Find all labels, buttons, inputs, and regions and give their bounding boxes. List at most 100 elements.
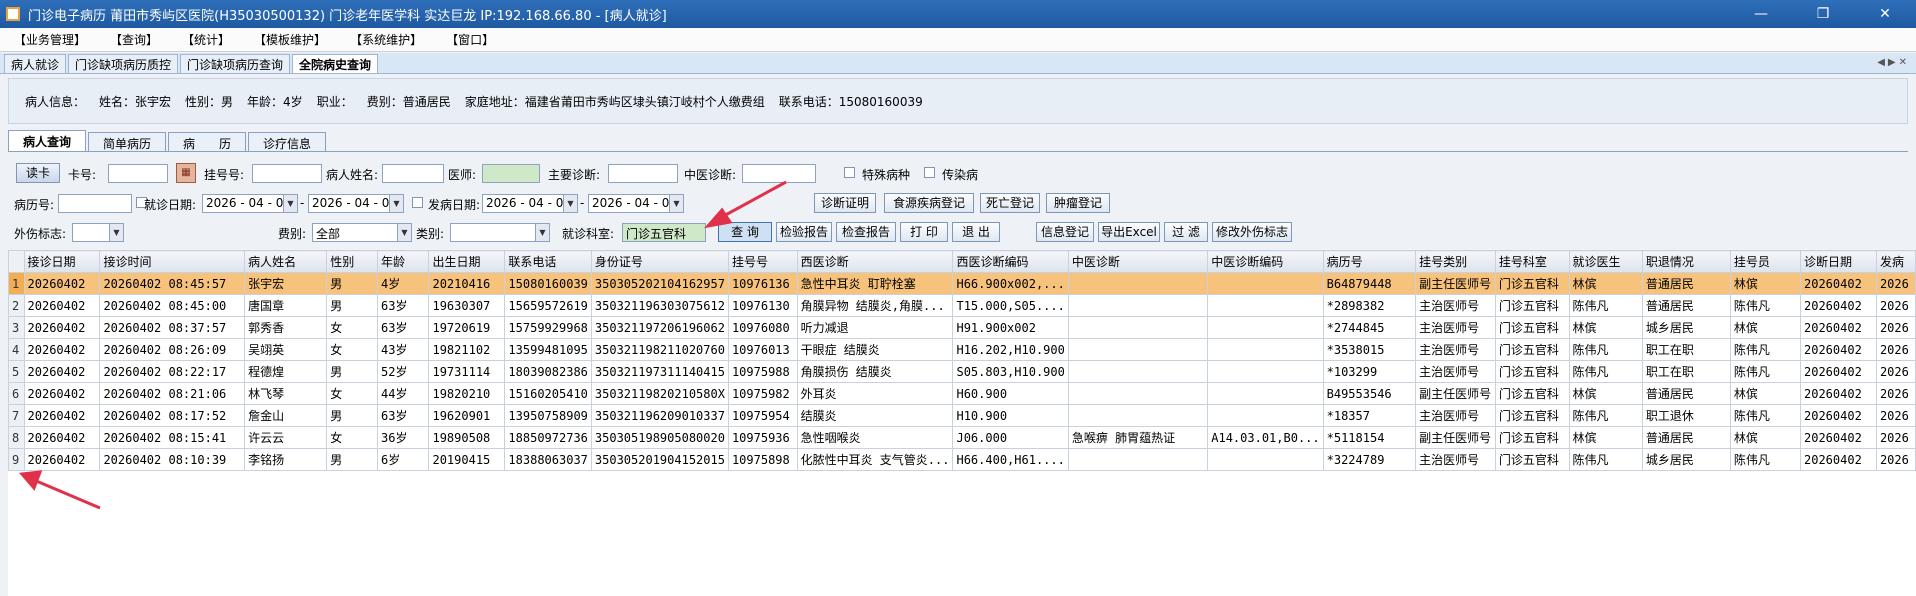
table-row[interactable]: 2 20260402 20260402 08:45:00 唐国章男 63岁 1963030…: [8, 294, 1916, 317]
card-no-label: 卡号:: [68, 168, 97, 182]
reg-no-input[interactable]: [252, 164, 322, 183]
column-header[interactable]: 出生日期: [428, 250, 506, 273]
menu-query[interactable]: 【查询】: [110, 31, 158, 48]
patient-fee: 费别：普通居民: [366, 94, 451, 109]
tab-missing-query[interactable]: 门诊缺项病历查询: [180, 54, 291, 73]
table-row[interactable]: 4 20260402 20260402 08:26:09 吴翊英女 43岁 1982110…: [8, 338, 1916, 361]
table-row[interactable]: 6 20260402 20260402 08:21:06 林飞琴女 44岁 1982021…: [8, 382, 1916, 405]
table-cell: 陈伟凡: [1568, 360, 1643, 383]
table-cell: 林傧: [1568, 316, 1643, 339]
menu-statistics[interactable]: 【统计】: [182, 31, 230, 48]
tab-hospital-history[interactable]: 全院病史查询: [292, 54, 379, 73]
card-no-input[interactable]: [108, 164, 168, 183]
onset-date-from[interactable]: 2026 - 04 - 02 ▼: [482, 194, 578, 213]
column-header[interactable]: 职退情况: [1641, 250, 1731, 273]
patient-name-input[interactable]: [382, 164, 444, 183]
death-register-button[interactable]: 死亡登记: [980, 193, 1040, 213]
column-header[interactable]: 挂号号: [727, 250, 798, 273]
onset-date-to[interactable]: 2026 - 04 - 02 ▼: [588, 194, 684, 213]
query-button[interactable]: 查 询: [718, 222, 772, 242]
modify-injury-flag-button[interactable]: 修改外伤标志: [1212, 222, 1292, 242]
export-excel-button[interactable]: 导出Excel: [1098, 222, 1160, 242]
column-header[interactable]: 诊断日期: [1800, 250, 1877, 273]
menu-system[interactable]: 【系统维护】: [350, 31, 422, 48]
record-no-label: 病历号:: [14, 198, 55, 212]
column-header[interactable]: 中医诊断: [1067, 250, 1209, 273]
visit-date-to[interactable]: 2026 - 04 - 02 ▼: [308, 194, 404, 213]
table-row[interactable]: 8 20260402 20260402 08:15:41 许云云女 36岁 1989050…: [8, 426, 1916, 449]
tab-missing-qc[interactable]: 门诊缺项病历质控: [68, 54, 179, 73]
table-cell: 李铭扬: [244, 448, 328, 471]
category-select[interactable]: ▼: [450, 223, 550, 242]
table-cell: 林傧: [1729, 272, 1802, 295]
table-cell: 女: [326, 382, 379, 405]
column-header[interactable]: 挂号类别: [1415, 250, 1496, 273]
card-reader-icon[interactable]: ▦: [176, 163, 196, 183]
menu-window[interactable]: 【窗口】: [446, 31, 494, 48]
column-header[interactable]: 联系电话: [504, 250, 592, 273]
read-card-button[interactable]: 读卡: [16, 163, 60, 183]
column-header[interactable]: 就诊医生: [1568, 250, 1643, 273]
table-cell: 门诊五官科: [1494, 360, 1570, 383]
special-disease-checkbox[interactable]: [844, 167, 855, 178]
infectious-checkbox[interactable]: [924, 167, 935, 178]
visit-date-from-value: 2026 - 04 - 02: [206, 196, 291, 210]
filter-button[interactable]: 过 滤: [1164, 222, 1208, 242]
injury-flag-select[interactable]: ▼: [72, 223, 124, 242]
table-cell: 主治医师号: [1415, 360, 1496, 383]
table-row[interactable]: 5 20260402 20260402 08:22:17 程德煌男 52岁 1973111…: [8, 360, 1916, 383]
onset-date-checkbox[interactable]: [412, 197, 423, 208]
column-header[interactable]: 病历号: [1322, 250, 1417, 273]
table-cell: 男: [326, 404, 379, 427]
close-button[interactable]: ✕: [1854, 0, 1916, 28]
minimize-button[interactable]: —: [1730, 0, 1792, 28]
column-header[interactable]: 西医诊断: [796, 250, 954, 273]
record-no-input[interactable]: [58, 194, 132, 213]
menu-business[interactable]: 【业务管理】: [14, 31, 86, 48]
table-row[interactable]: 3 20260402 20260402 08:37:57 郭秀香女 63岁 1972061…: [8, 316, 1916, 339]
foodborne-register-button[interactable]: 食源疾病登记: [884, 193, 974, 213]
column-header[interactable]: 性别: [326, 250, 379, 273]
tab-simple-record[interactable]: 简单病历: [88, 132, 167, 152]
table-row[interactable]: 9 20260402 20260402 08:10:39 李铭扬男 6岁 20190415…: [8, 448, 1916, 471]
column-header[interactable]: 年龄: [377, 250, 430, 273]
column-header[interactable]: 接诊时间: [99, 250, 246, 273]
table-cell: 20260402: [1800, 294, 1877, 317]
exit-button[interactable]: 退 出: [952, 222, 1000, 242]
print-button[interactable]: 打 印: [900, 222, 948, 242]
table-cell: 15759929968: [504, 316, 592, 339]
table-row[interactable]: 1 20260402 20260402 08:45:57 张宇宏男 4岁 20210416…: [8, 272, 1916, 295]
table-cell: 20260402: [1800, 272, 1877, 295]
check-report-button[interactable]: 检查报告: [836, 222, 896, 242]
table-cell: 陈伟凡: [1568, 294, 1643, 317]
tab-patient-query[interactable]: 病人查询: [8, 130, 87, 152]
tab-scroll-arrows-icon[interactable]: ◀▶✕: [1877, 57, 1910, 68]
doctor-input[interactable]: [482, 164, 540, 183]
table-row[interactable]: 7 20260402 20260402 08:17:52 詹金山男 63岁 1962090…: [8, 404, 1916, 427]
visit-date-from[interactable]: 2026 - 04 - 02 ▼: [202, 194, 298, 213]
fee-type-select[interactable]: 全部 ▼: [312, 223, 412, 242]
exam-report-button[interactable]: 检验报告: [776, 222, 832, 242]
tab-treatment-info[interactable]: 诊疗信息: [248, 132, 327, 152]
fee-type-label: 费别:: [278, 227, 307, 241]
column-header[interactable]: 接诊日期: [23, 250, 101, 273]
column-header[interactable]: 病人姓名: [244, 250, 328, 273]
tab-patient-visit[interactable]: 病人就诊: [4, 54, 67, 73]
column-header[interactable]: 发病: [1875, 250, 1916, 273]
column-header[interactable]: 西医诊断编码: [952, 250, 1069, 273]
table-cell: [1067, 360, 1209, 383]
table-cell: 20260402 08:22:17: [99, 360, 246, 383]
column-header[interactable]: 身份证号: [590, 250, 729, 273]
diag-cert-button[interactable]: 诊断证明: [814, 193, 876, 213]
tumor-register-button[interactable]: 肿瘤登记: [1046, 193, 1110, 213]
info-register-button[interactable]: 信息登记: [1036, 222, 1094, 242]
tab-medical-record[interactable]: 病 历: [168, 132, 247, 152]
main-diag-input[interactable]: [608, 164, 678, 183]
restore-button[interactable]: ❐: [1792, 0, 1854, 28]
column-header[interactable]: 挂号科室: [1494, 250, 1570, 273]
menu-templates[interactable]: 【模板维护】: [254, 31, 326, 48]
tcm-diag-input[interactable]: [742, 164, 816, 183]
column-header[interactable]: 中医诊断编码: [1207, 250, 1324, 273]
dept-input[interactable]: 门诊五官科: [622, 223, 706, 242]
column-header[interactable]: 挂号员: [1729, 250, 1802, 273]
